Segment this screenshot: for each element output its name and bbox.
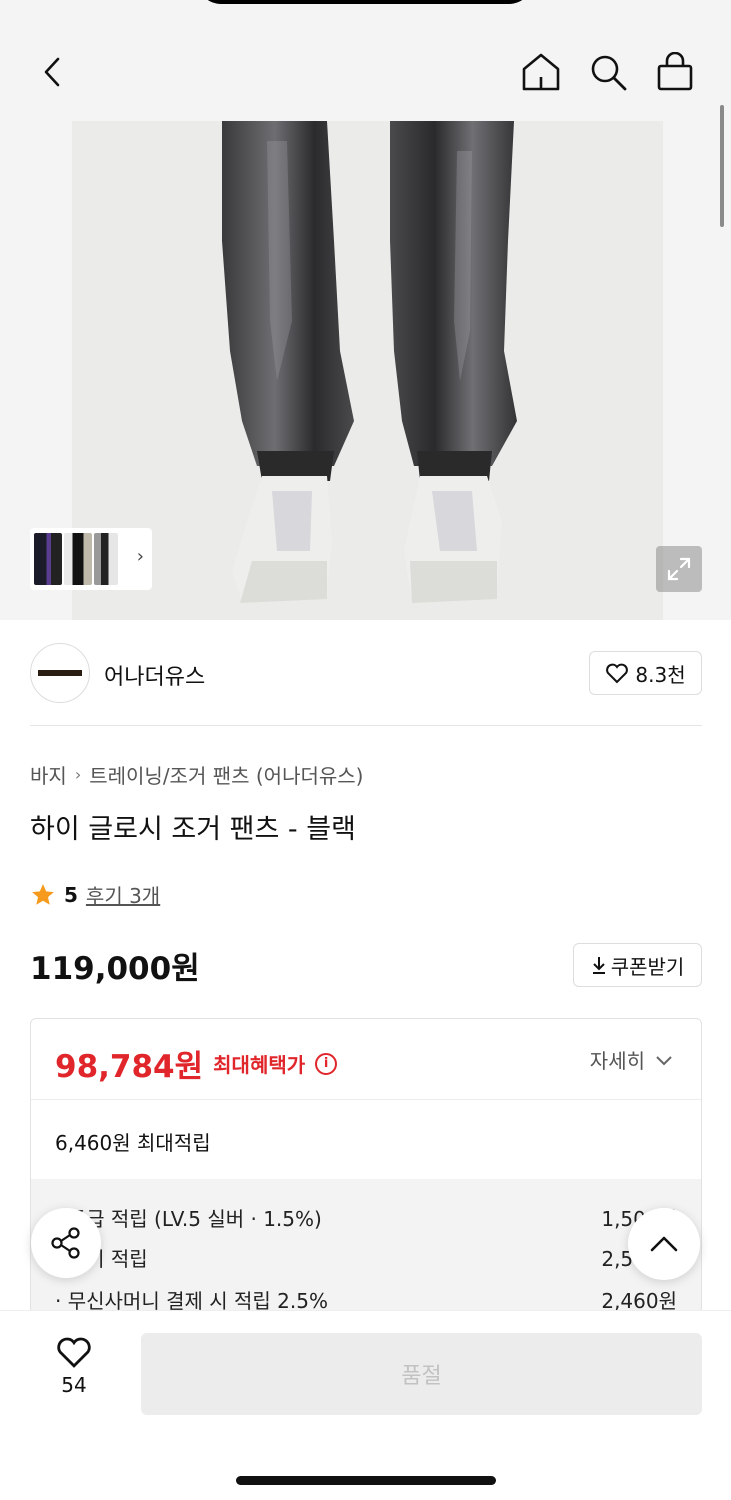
expand-image-button[interactable] (656, 546, 702, 592)
benefit-box: 98,784원 최대혜택가 i 자세히 6,460원 최대적립 · 등급 적립 … (30, 1018, 702, 1318)
breadcrumb: 바지 › 트레이닝/조거 팬츠 (어나더유스) (30, 760, 363, 789)
share-button[interactable] (31, 1208, 101, 1278)
product-photo-graphic (222, 121, 517, 603)
wishlist-count: 54 (61, 1373, 87, 1397)
divider (31, 1099, 701, 1100)
info-icon[interactable]: i (315, 1052, 338, 1075)
points-row: · 등급 적립 (LV.5 실버 · 1.5%) 1,500원 (55, 1203, 677, 1232)
heart-icon (57, 1337, 91, 1368)
home-button[interactable] (519, 50, 563, 94)
thumbnail-image[interactable] (94, 533, 118, 585)
points-breakdown: · 등급 적립 (LV.5 실버 · 1.5%) 1,500원 · 후기 적립 … (31, 1179, 701, 1317)
star-icon (32, 883, 54, 905)
product-price: 119,000원 (30, 951, 200, 987)
chevron-left-icon (44, 57, 60, 87)
chevron-up-icon (650, 1236, 678, 1252)
rating-summary: 5 후기 3개 (30, 880, 160, 909)
coupon-label: 쿠폰받기 (610, 954, 685, 979)
divider (30, 725, 702, 726)
thumbnail-strip[interactable]: › (30, 528, 152, 590)
search-icon (591, 55, 627, 91)
chevron-right-icon[interactable]: › (137, 546, 144, 567)
wishlist-button[interactable]: 54 (44, 1335, 104, 1397)
scroll-top-button[interactable] (628, 1208, 700, 1280)
benefit-detail-label: 자세히 (589, 1049, 645, 1073)
back-button[interactable] (30, 50, 74, 94)
share-icon (51, 1227, 80, 1259)
rating-score: 5 (64, 882, 78, 907)
cart-button[interactable] (653, 50, 697, 94)
sold-out-button[interactable]: 품절 (141, 1333, 702, 1415)
points-row: · 후기 적립 2,500원 (55, 1243, 677, 1272)
heart-icon (606, 663, 629, 684)
scrollbar[interactable] (720, 105, 724, 227)
brand-like-count: 8.3천 (635, 662, 686, 687)
breadcrumb-category[interactable]: 바지 (30, 760, 67, 789)
brand-logo-mark (38, 670, 82, 676)
max-benefit-header: 98,784원 최대혜택가 i (55, 1041, 338, 1086)
search-button[interactable] (586, 50, 630, 94)
brand-row: 어나더유스 8.3천 (30, 643, 702, 703)
review-link[interactable]: 후기 3개 (86, 880, 160, 909)
download-icon (592, 957, 605, 974)
home-indicator (236, 1476, 496, 1485)
bottom-action-bar: 54 품절 (0, 1310, 731, 1500)
expand-icon (667, 557, 691, 581)
brand-logo[interactable] (30, 643, 90, 703)
home-icon (522, 53, 560, 91)
device-notch (197, 0, 533, 4)
brand-name[interactable]: 어나더유스 (104, 659, 205, 691)
coupon-button[interactable]: 쿠폰받기 (573, 943, 702, 987)
chevron-right-icon: › (74, 765, 82, 784)
chevron-down-icon (656, 1055, 672, 1065)
benefit-detail-button[interactable]: 자세히 (590, 1045, 673, 1074)
max-points: 6,460원 최대적립 (55, 1131, 211, 1155)
breadcrumb-subcategory[interactable]: 트레이닝/조거 팬츠 (어나더유스) (89, 760, 363, 789)
thumbnail-image[interactable] (34, 533, 62, 585)
shopping-bag-icon (657, 52, 693, 91)
product-title: 하이 글로시 조거 팬츠 - 블랙 (30, 814, 356, 845)
max-benefit-price: 98,784원 (55, 1049, 204, 1085)
thumbnail-image[interactable] (64, 533, 92, 585)
brand-like-button[interactable]: 8.3천 (589, 651, 702, 695)
product-photo[interactable] (72, 121, 663, 620)
max-benefit-label: 최대혜택가 (213, 1053, 306, 1077)
